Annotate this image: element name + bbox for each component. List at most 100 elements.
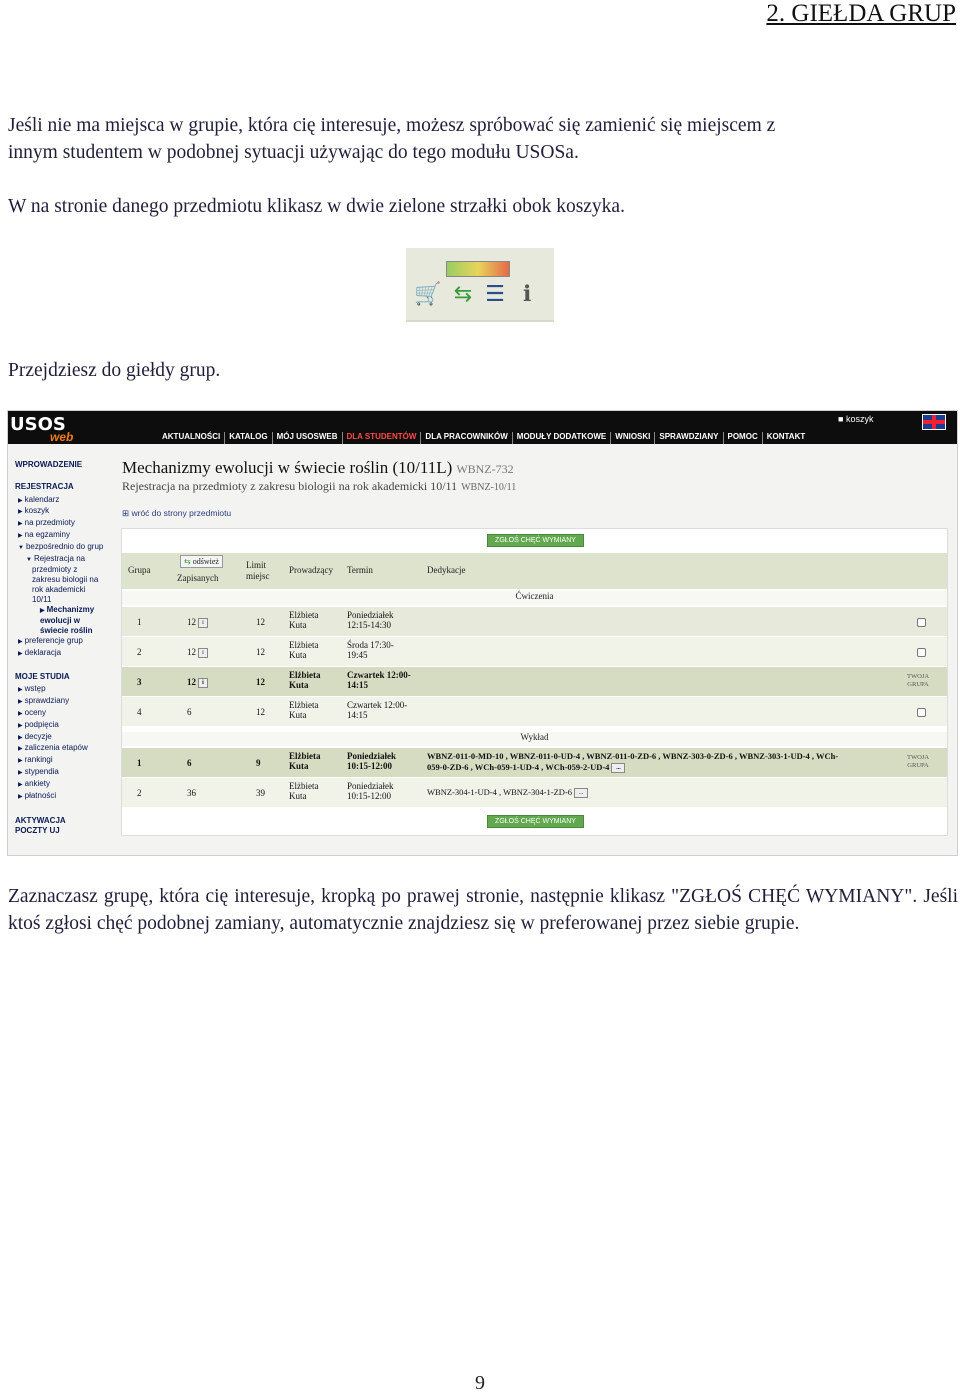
sidebar-section-aktywacja[interactable]: AKTYWACJA [15,816,113,826]
col-grupa: Grupa [128,565,151,575]
cell-limit: 12 [256,707,265,717]
sidebar-item-oceny[interactable]: ▶ oceny [8,708,113,720]
more-button[interactable]: ... [574,788,589,799]
category-wyklad: Wykład [122,732,947,746]
english-flag-icon[interactable] [922,414,946,430]
intro-line-1: Jeśli nie ma miejsca w grupie, która cię… [8,115,776,136]
sidebar-item-kalendarz[interactable]: ▶ kalendarz [8,495,113,507]
cell-prowadzacy[interactable]: Elżbieta Kuta [289,670,321,690]
exchange-arrows-icon[interactable]: ⇆ [450,282,476,308]
cell-termin: Czwartek 12:00- 14:15 [347,670,411,690]
sidebar-item-na-egzaminy[interactable]: ▶ na egzaminy [8,530,113,542]
nav-wnioski[interactable]: WNIOSKI [611,432,656,444]
group-select-radio[interactable] [917,648,926,657]
cell-prowadzacy[interactable]: Elżbieta Kuta [289,751,321,771]
nav-aktualnosci[interactable]: AKTUALNOŚCI [158,432,226,444]
cell-termin: Poniedziałek 10:15-12:00 [347,751,396,771]
more-button[interactable]: ... [611,763,626,774]
sidebar-item-text: ewolucji w [40,616,81,626]
sidebar-item-platnosci[interactable]: ▶ płatności [8,791,113,803]
cell-zapisanych: 6 [187,758,192,768]
sidebar-item-text: świecie roślin [40,626,93,636]
info-button[interactable]: i [198,617,208,628]
your-group-label: TWOJA GRUPA [907,673,930,688]
info-button[interactable]: i [198,647,208,658]
cell-zapisanych: 12 i [187,677,208,688]
exchange-panel: ZGŁOŚ CHĘĆ WYMIANY Grupa ⇆ odśwież Zapis… [121,528,948,836]
exchange-request-button-bottom[interactable]: ZGŁOŚ CHĘĆ WYMIANY [487,815,584,828]
nav-katalog[interactable]: KATALOG [225,432,273,444]
sidebar-item-sprawdziany[interactable]: ▶ sprawdziany [8,696,113,708]
cell-grupa: 2 [137,788,142,798]
sidebar-item-deklaracja[interactable]: ▶ deklaracja [8,648,113,660]
usos-action-icons: 🛒 ⇆ ☰ ℹ [406,248,554,322]
nav-kontakt[interactable]: KONTAKT [763,432,810,444]
cell-termin: Poniedziałek 10:15-12:00 [347,781,394,801]
sidebar-item-decyzje[interactable]: ▶ decyzje [8,732,113,744]
nav-moduly-dodatkowe[interactable]: MODUŁY DODATKOWE [513,432,612,444]
sidebar-item-text: rok akademicki [32,584,86,594]
sidebar-item-bezposrednio[interactable]: ▼ bezpośrednio do grup [8,542,113,554]
sidebar-item-text: przedmioty z [32,565,78,575]
usos-topbar: USOS web ■ koszyk AKTUALNOŚCI KATALOG MÓ… [8,411,957,444]
sidebar-item-rankingi[interactable]: ▶ rankingi [8,755,113,767]
nav-dla-studentow[interactable]: DLA STUDENTÓW [343,432,422,444]
cart-small-icon: ■ [838,414,846,424]
cart-link[interactable]: ■ koszyk [838,414,873,424]
sidebar-item-wstep[interactable]: ▶ wstęp [8,684,113,696]
sidebar-section-intro[interactable]: WPROWADZENIE [15,460,113,470]
cell-zapisanych: 6 [187,707,192,717]
cell-zapisanych: 36 [187,788,196,798]
cell-dedykacje: WBNZ-011-0-MD-10 , WBNZ-011-0-UD-4 , WBN… [427,751,839,774]
cell-grupa: 1 [137,758,142,768]
sidebar-item-stypendia[interactable]: ▶ stypendia [8,767,113,779]
sidebar-item-koszyk[interactable]: ▶ koszyk [8,506,113,518]
info-icon[interactable]: ℹ [514,282,540,308]
cell-dedykacje: WBNZ-304-1-UD-4 , WBNZ-304-1-ZD-6... [427,787,589,799]
nav-sprawdziany[interactable]: SPRAWDZIANY [655,432,724,444]
course-title: Mechanizmy ewolucji w świecie roślin (10… [122,458,514,477]
nav-moj-usosweb[interactable]: MÓJ USOSWEB [273,432,343,444]
table-row: 1 12 i 12 Elżbieta Kuta Poniedziałek 12:15-… [122,607,947,636]
sidebar-item-zaliczenia[interactable]: ▶ zaliczenia etapów [8,743,113,755]
registration-code: WBNZ-10/11 [461,482,517,493]
list-icon[interactable]: ☰ [482,282,508,308]
table-row: 4 6 12 Elżbieta Kuta Czwartek 12:00- 14:15 [122,697,947,726]
table-row: 2 12 i 12 Elżbieta Kuta Środa 17:30- 19:45 [122,637,947,666]
cell-limit: 12 [256,617,265,627]
sidebar-item-preferencje[interactable]: ▶ preferencje grup [8,636,113,648]
cell-grupa: 2 [137,647,142,657]
cell-termin: Środa 17:30- 19:45 [347,640,394,660]
course-code: WBNZ-732 [456,462,514,476]
sidebar-item-ankiety[interactable]: ▶ ankiety [8,779,113,791]
sidebar-item-rejestracja-biologia[interactable]: ▼ Rejestracja na [8,554,113,566]
sidebar-section-rejestracja[interactable]: REJESTRACJA [15,482,113,492]
sidebar-item-text: zakresu biologii na [32,575,99,585]
sidebar-item-text: 10/11 [32,594,52,604]
group-select-radio[interactable] [917,618,926,627]
sidebar-section-moje-studia[interactable]: MOJE STUDIA [15,672,113,682]
cell-prowadzacy[interactable]: Elżbieta Kuta [289,700,318,720]
cart-icon[interactable]: 🛒 [414,282,441,308]
col-dedykacje: Dedykacje [427,565,466,575]
back-to-course-link[interactable]: ⊞ wróć do strony przedmiotu [122,508,231,519]
refresh-button[interactable]: ⇆ odśwież [180,555,223,568]
cell-termin: Czwartek 12:00- 14:15 [347,700,408,720]
sidebar-item-na-przedmioty[interactable]: ▶ na przedmioty [8,518,113,530]
nav-pomoc[interactable]: POMOC [724,432,763,444]
exchange-request-button-top[interactable]: ZGŁOŚ CHĘĆ WYMIANY [487,534,584,547]
cell-prowadzacy[interactable]: Elżbieta Kuta [289,640,318,660]
sidebar-section-poczta[interactable]: POCZTY UJ [15,826,113,836]
exchange-paragraph: Przejdziesz do giełdy grup. [8,360,221,381]
cell-grupa: 1 [137,617,142,627]
sidebar-item-podpiecia[interactable]: ▶ podpięcia [8,720,113,732]
info-button[interactable]: i [198,677,208,688]
your-group-label: TWOJA GRUPA [907,754,930,769]
cell-prowadzacy[interactable]: Elżbieta Kuta [289,610,318,630]
group-select-radio[interactable] [917,708,926,717]
cell-prowadzacy[interactable]: Elżbieta Kuta [289,781,318,801]
nav-dla-pracownikow[interactable]: DLA PRACOWNIKÓW [421,432,513,444]
cell-limit: 39 [256,788,265,798]
sidebar-item-current-course[interactable]: ▶ Mechanizmy [8,605,113,617]
table-row-current: 1 6 9 Elżbieta Kuta Poniedziałek 10:15-12:… [122,748,947,777]
